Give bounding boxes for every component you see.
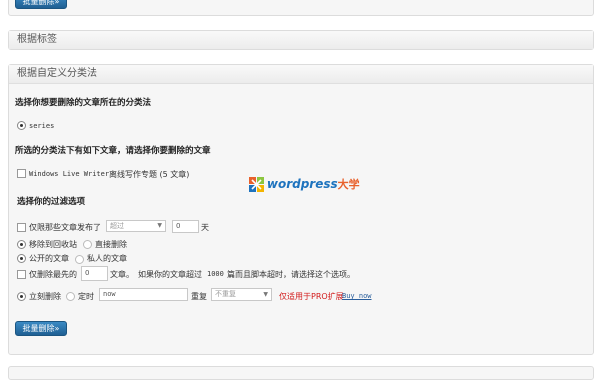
delete-permanently-label: 直接删除 bbox=[95, 240, 127, 249]
public-posts-label: 公开的文章 bbox=[29, 254, 69, 263]
logo-mark-icon bbox=[249, 176, 264, 192]
logo-cn: 大学 bbox=[337, 178, 360, 191]
bulk-delete-button-top[interactable]: 批量删除» bbox=[15, 0, 67, 9]
schedule-time-input[interactable]: now bbox=[99, 288, 188, 301]
limit-unit: 文章。 bbox=[110, 270, 134, 279]
delete-now-radio[interactable] bbox=[17, 292, 26, 301]
taxonomy-series-radio[interactable] bbox=[17, 121, 26, 130]
limit-hint-pre: 如果你的文章超过 bbox=[138, 270, 202, 279]
repeat-select-value: 不重复 bbox=[215, 290, 236, 298]
limit-input[interactable]: 0 bbox=[81, 266, 108, 281]
limit-label: 仅删除最先的 bbox=[29, 270, 77, 279]
private-posts-radio[interactable] bbox=[75, 255, 84, 264]
filter-heading: 选择你的过滤选项 bbox=[17, 197, 86, 207]
chevron-down-icon: ▼ bbox=[263, 291, 268, 298]
move-to-trash-label: 移除到回收站 bbox=[29, 240, 77, 249]
date-filter-unit: 天 bbox=[201, 223, 209, 232]
limit-checkbox[interactable] bbox=[17, 270, 26, 279]
private-posts-label: 私人的文章 bbox=[87, 254, 127, 263]
delete-now-label: 立刻删除 bbox=[29, 292, 61, 301]
custom-taxonomy-panel-title[interactable]: 根据自定义分类法 bbox=[9, 65, 593, 84]
chevron-down-icon: ▼ bbox=[157, 222, 162, 229]
scheduled-label: 定时 bbox=[78, 292, 94, 301]
taxonomy-series-label: series bbox=[29, 122, 55, 130]
tags-panel: 根据标签 bbox=[8, 30, 594, 50]
delete-permanently-radio[interactable] bbox=[83, 240, 92, 249]
previous-panel bbox=[8, 0, 594, 16]
pro-only-note: 仅适用于PRO扩展 bbox=[279, 292, 344, 301]
move-to-trash-radio[interactable] bbox=[17, 240, 26, 249]
buy-now-link[interactable]: Buy now bbox=[342, 292, 372, 300]
date-filter-checkbox[interactable] bbox=[17, 223, 26, 232]
date-filter-days-input[interactable]: 0 bbox=[172, 220, 199, 233]
limit-hint-num: 1000 bbox=[207, 270, 224, 278]
repeat-label: 重复 bbox=[191, 292, 207, 301]
scheduled-radio[interactable] bbox=[66, 292, 75, 301]
date-filter-label: 仅限那些文章发布了 bbox=[29, 223, 101, 232]
term-name-rest: 离线写作专题 (5 文章) bbox=[109, 170, 190, 179]
date-filter-select[interactable]: 超过 ▼ bbox=[106, 220, 166, 232]
taxonomy-heading: 选择你想要删除的文章所在的分类法 bbox=[15, 98, 152, 108]
date-filter-select-value: 超过 bbox=[110, 222, 124, 230]
tags-panel-title[interactable]: 根据标签 bbox=[9, 31, 593, 49]
term-name-mono: Windows Live Writer bbox=[29, 170, 110, 178]
bulk-delete-button[interactable]: 批量删除» bbox=[15, 321, 67, 336]
term-checkbox[interactable] bbox=[17, 169, 26, 178]
next-panel bbox=[8, 366, 594, 380]
logo-word: wordpress bbox=[266, 177, 338, 191]
limit-hint-post: 篇而且脚本超时，请选择这个选项。 bbox=[227, 270, 355, 279]
terms-heading: 所选的分类法下有如下文章，请选择你要删除的文章 bbox=[15, 146, 211, 156]
wordpress-daxue-logo: wordpress大学 bbox=[249, 176, 360, 192]
public-posts-radio[interactable] bbox=[17, 254, 26, 263]
repeat-select[interactable]: 不重复 ▼ bbox=[211, 288, 272, 301]
